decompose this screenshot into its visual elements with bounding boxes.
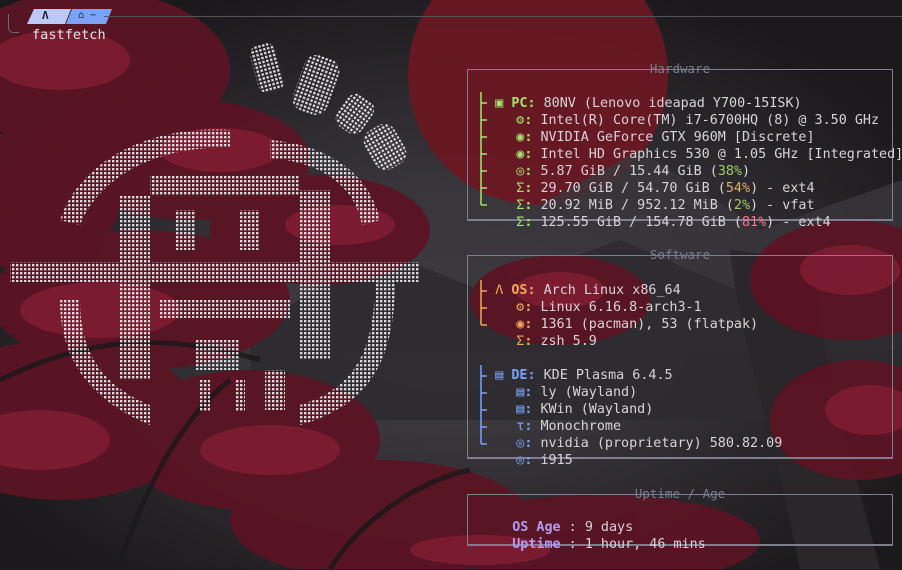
terminal: Λ ⌂ ~ fastfetch Hardware ▣ PC: 80NV (Len…	[0, 0, 902, 569]
disk3-percent: 81%	[741, 215, 767, 230]
driver1-value: nvidia (proprietary) 580.82.09	[540, 436, 783, 451]
shell-value: zsh 5.9	[540, 334, 597, 349]
os-segment: Λ	[27, 9, 71, 24]
hardware-title: Hardware	[649, 61, 711, 76]
command-text: fastfetch	[32, 27, 106, 43]
prompt-rule	[104, 16, 902, 17]
uptime-key: Uptime	[512, 537, 561, 552]
uptime-row: Uptime : 1 hour, 46 mins	[480, 519, 706, 570]
driver2-key: :	[524, 453, 533, 468]
home-icon: ⌂ ~	[78, 10, 97, 21]
uptime-value: 1 hour, 46 mins	[584, 537, 706, 552]
shell-key: :	[524, 334, 533, 349]
uptime-sep: :	[560, 537, 585, 552]
arch-logo-icon: Λ	[42, 9, 49, 22]
software-title: Software	[649, 247, 711, 262]
disk3-key: :	[524, 215, 533, 230]
disk3-suffix: ) - ext4	[766, 215, 831, 230]
prompt-connector	[8, 14, 19, 33]
driver2-row: ◎: i915	[484, 435, 573, 486]
disk3-value: 125.55 GiB / 154.78 GiB (	[540, 215, 742, 230]
driver2-value: i915	[540, 453, 573, 468]
uptime-title: Uptime / Age	[634, 486, 726, 501]
disk3-row: Σ: 125.55 GiB / 154.78 GiB (81%) - ext4	[484, 197, 831, 248]
